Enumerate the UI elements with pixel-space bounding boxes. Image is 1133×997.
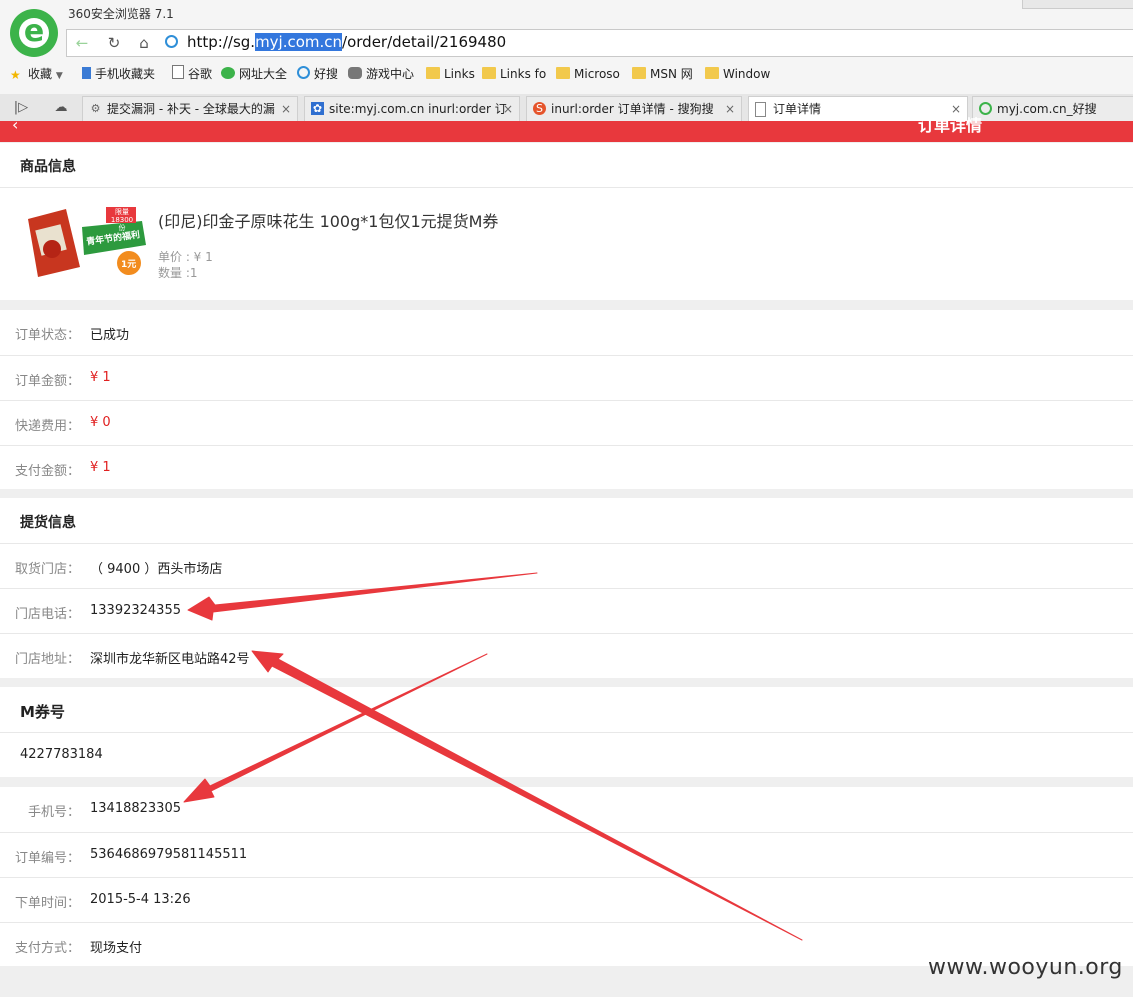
bookmark-item[interactable]: 游戏中心	[348, 64, 414, 84]
folder-icon	[482, 67, 496, 79]
browser-logo-icon: e	[10, 9, 58, 57]
window-controls[interactable]	[1022, 0, 1133, 9]
product-name[interactable]: (印尼)印金子原味花生 100g*1包仅1元提货M券	[158, 208, 498, 232]
tab-close-icon[interactable]: ×	[725, 97, 735, 121]
order-amount-row: 订单金额： ¥ 1	[0, 355, 1133, 400]
tab-submit-bug[interactable]: ⚙ 提交漏洞 - 补天 - 全球最大的漏 ×	[82, 96, 298, 121]
app-title: 360安全浏览器 7.1	[68, 7, 174, 21]
pickup-store-row: 取货门店：（ 9400 ）西头市场店	[0, 543, 1133, 588]
folder-icon	[705, 67, 719, 79]
payment-amount-row: 支付金额： ¥ 1	[0, 445, 1133, 490]
bookmark-favorites[interactable]: ★ 收藏 ▼	[10, 64, 63, 86]
sogou-icon: S	[533, 102, 546, 115]
back-icon[interactable]: ‹	[12, 115, 18, 134]
chevron-down-icon: ▼	[55, 71, 63, 81]
order-number-row: 订单编号： 5364686979581145511	[0, 832, 1133, 877]
order-info-section: 手机号： 13418823305 订单编号： 5364686979581145511…	[0, 787, 1133, 966]
browser-chrome: e 360安全浏览器 7.1 ← ↻ ⌂ http://sg.myj.com.c…	[0, 0, 1133, 122]
order-status-row: 订单状态： 已成功	[15, 328, 130, 343]
address-bar-input[interactable]: http://sg.myj.com.cn/order/detail/216948…	[187, 32, 506, 52]
navigation-bar: ← ↻ ⌂ http://sg.myj.com.cn/order/detail/…	[66, 29, 1133, 57]
mobile-row: 手机号： 13418823305	[28, 801, 181, 820]
page-header: ‹ 订单详情	[0, 115, 1133, 142]
tab-favicon-icon: ⚙	[90, 102, 101, 115]
store-phone-row: 门店电话： 13392324355	[0, 588, 1133, 633]
bookmark-item[interactable]: Links	[426, 64, 475, 84]
tab-close-icon[interactable]: ×	[281, 97, 291, 121]
page-icon	[172, 65, 184, 79]
pickup-section: 提货信息 取货门店：（ 9400 ）西头市场店 门店电话： 13392324355…	[0, 498, 1133, 678]
order-time-row: 下单时间： 2015-5-4 13:26	[0, 877, 1133, 922]
cloud-icon[interactable]: ☁	[50, 96, 72, 120]
star-icon: ★	[10, 68, 21, 82]
bookmark-item[interactable]: 网址大全	[221, 64, 287, 84]
phone-icon	[82, 67, 91, 79]
section-title: 提货信息	[20, 515, 76, 531]
bookmark-item[interactable]: Links fo	[482, 64, 546, 84]
order-summary-section: 订单状态： 已成功 订单金额： ¥ 1 快递费用： ¥ 0 支付金额： ¥ 1	[0, 310, 1133, 489]
url-selected-text: myj.com.cn	[255, 33, 343, 51]
product-image[interactable]: 限量 18300份 青年节的福利 1元	[24, 205, 146, 277]
home-icon[interactable]: ⌂	[131, 30, 157, 56]
coupon-section: M券号 4227783184	[0, 687, 1133, 777]
watermark: www.wooyun.org	[928, 955, 1123, 980]
reload-icon[interactable]: ↻	[101, 30, 127, 56]
store-address-row: 门店地址： 深圳市龙华新区电站路42号	[0, 633, 1133, 678]
shipping-fee-row: 快递费用： ¥ 0	[0, 400, 1133, 445]
bookmark-item[interactable]: 手机收藏夹	[82, 64, 155, 84]
folder-icon	[632, 67, 646, 79]
gamepad-icon	[348, 67, 362, 79]
page-icon	[755, 102, 766, 117]
bookmark-item[interactable]: 谷歌	[172, 64, 212, 84]
bookmark-item[interactable]: 好搜	[297, 64, 338, 84]
tab-close-icon[interactable]: ×	[503, 97, 513, 121]
back-arrow-icon[interactable]: ←	[69, 30, 95, 56]
site-favicon-icon	[165, 35, 178, 48]
section-title: 商品信息	[20, 159, 76, 175]
coupon-code: 4227783184	[20, 747, 103, 762]
tab-haosou[interactable]: myj.com.cn_好搜	[972, 96, 1133, 121]
page-title: 订单详情	[918, 116, 983, 135]
bookmark-item[interactable]: Window	[705, 64, 770, 84]
search-icon	[297, 66, 310, 79]
globe-icon	[221, 67, 235, 79]
folder-icon	[426, 67, 440, 79]
section-title: M券号	[20, 703, 65, 721]
bookmark-item[interactable]: Microso	[556, 64, 620, 84]
unit-price: 单价 : ¥ 1	[158, 250, 213, 264]
quantity: 数量 :1	[158, 266, 198, 280]
paw-icon: ✿	[311, 102, 324, 115]
tab-sogou-search[interactable]: Sinurl:order 订单详情 - 搜狗搜 ×	[526, 96, 742, 121]
folder-icon	[556, 67, 570, 79]
coupon-code-row: 4227783184	[0, 732, 1133, 777]
tab-site-search[interactable]: ✿ site:myj.com.cn inurl:order 订 ×	[304, 96, 520, 121]
bookmark-item[interactable]: MSN 网	[632, 64, 693, 84]
